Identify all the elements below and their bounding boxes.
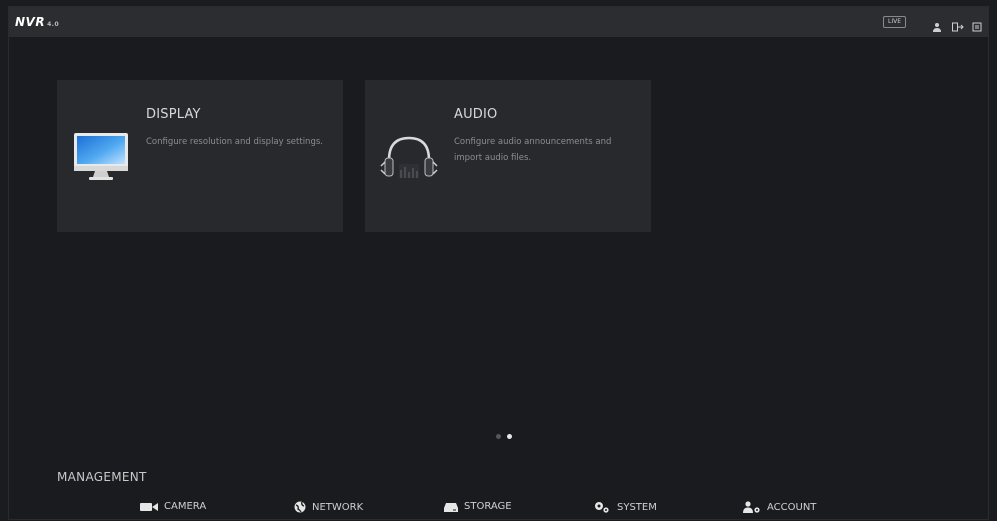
- management-item-label: STORAGE: [464, 501, 512, 512]
- card-description: Configure audio announcements and import…: [454, 137, 612, 163]
- gears-icon: [593, 501, 611, 513]
- display-card[interactable]: DISPLAY Configure resolution and display…: [57, 80, 343, 232]
- logo-text: NVR: [15, 15, 46, 29]
- account-icon: [743, 501, 761, 513]
- card-description: Configure resolution and display setting…: [146, 137, 323, 147]
- logo-version: 4.0: [47, 21, 60, 28]
- management-item-label: SYSTEM: [617, 501, 657, 513]
- top-right-controls: LIVE: [882, 7, 982, 37]
- top-bar: NVR 4.0 LIVE: [9, 7, 988, 37]
- card-title: DISPLAY: [146, 107, 201, 122]
- card-title: AUDIO: [454, 107, 498, 122]
- page-indicator: [496, 434, 512, 439]
- headphones-icon: [379, 134, 439, 188]
- app-window: NVR 4.0 LIVE DISPLAY Configure resolutio…: [8, 6, 989, 520]
- audio-card[interactable]: AUDIO Configure audio announcements and …: [365, 80, 651, 232]
- page-dot-1[interactable]: [496, 434, 501, 439]
- user-icon[interactable]: [932, 17, 942, 32]
- management-item-label: ACCOUNT: [767, 501, 817, 513]
- monitor-icon: [73, 132, 129, 186]
- management-bar: CAMERA NETWORK STORAGE SYSTEM ACCOUNT: [9, 501, 988, 521]
- management-item-label: CAMERA: [164, 501, 207, 512]
- camera-icon: [140, 502, 158, 512]
- live-button[interactable]: LIVE: [882, 16, 906, 28]
- management-item-system[interactable]: SYSTEM: [593, 501, 657, 513]
- management-item-network[interactable]: NETWORK: [294, 501, 363, 513]
- menu-icon[interactable]: [972, 17, 982, 32]
- management-item-account[interactable]: ACCOUNT: [743, 501, 816, 513]
- management-item-camera[interactable]: CAMERA: [140, 501, 206, 512]
- page-dot-2[interactable]: [507, 434, 512, 439]
- network-globe-icon: [294, 501, 306, 513]
- management-item-label: NETWORK: [312, 501, 364, 513]
- storage-icon: [444, 502, 458, 512]
- management-title: MANAGEMENT: [57, 470, 147, 484]
- logout-icon[interactable]: [952, 17, 964, 32]
- brand-logo: NVR 4.0: [15, 15, 59, 29]
- management-item-storage[interactable]: STORAGE: [444, 501, 512, 512]
